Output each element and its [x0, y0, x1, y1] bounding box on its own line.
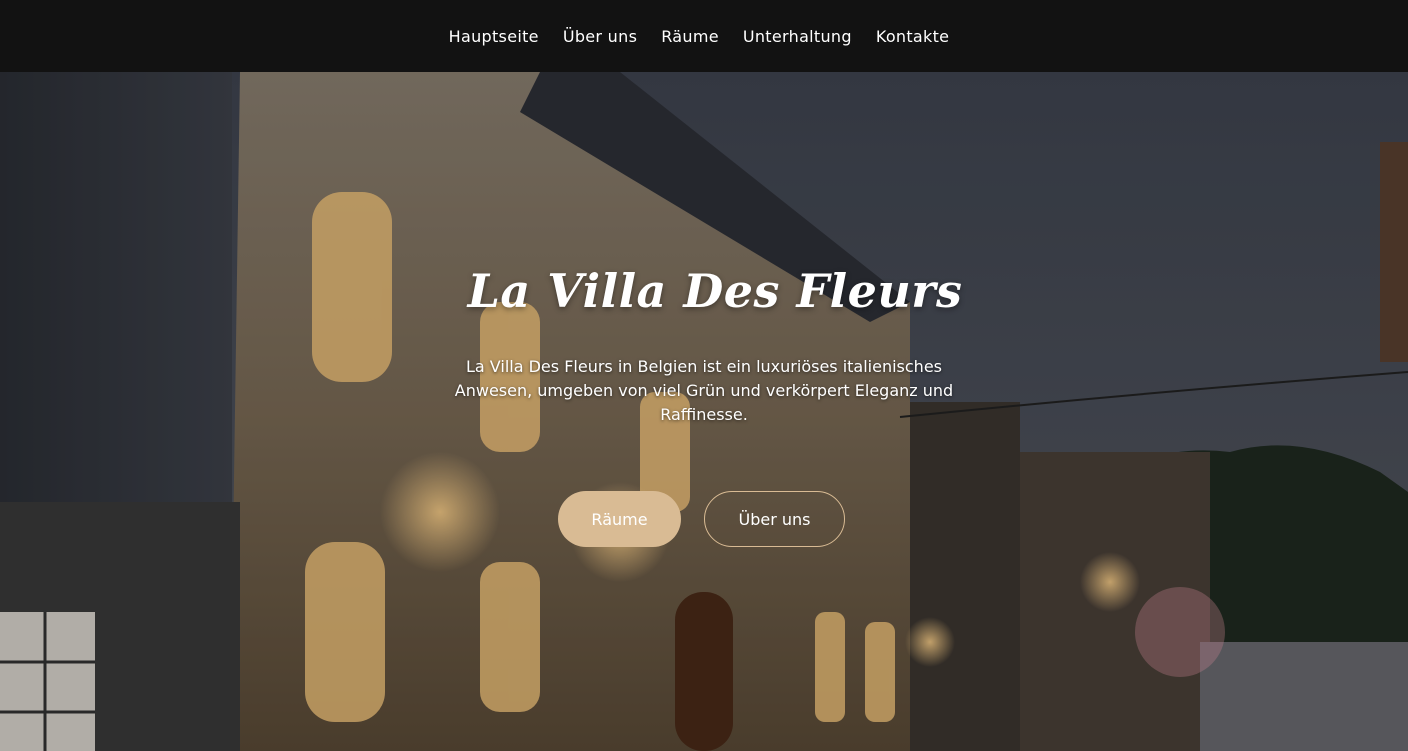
nav-link-unterhaltung[interactable]: Unterhaltung [743, 27, 852, 46]
rooms-button[interactable]: Räume [558, 491, 681, 547]
hero-content: La Villa Des Fleurs La Villa Des Fleurs … [0, 72, 1408, 751]
hero-title: La Villa Des Fleurs [467, 264, 963, 318]
top-navigation: Hauptseite Über uns Räume Unterhaltung K… [0, 0, 1408, 72]
nav-link-raeume[interactable]: Räume [661, 27, 719, 46]
nav-link-hauptseite[interactable]: Hauptseite [449, 27, 539, 46]
nav-menu: Hauptseite Über uns Räume Unterhaltung K… [449, 27, 950, 46]
nav-link-kontakte[interactable]: Kontakte [876, 27, 950, 46]
nav-link-ueber-uns[interactable]: Über uns [563, 27, 637, 46]
about-us-button[interactable]: Über uns [704, 491, 845, 547]
hero-description: La Villa Des Fleurs in Belgien ist ein l… [454, 357, 954, 424]
